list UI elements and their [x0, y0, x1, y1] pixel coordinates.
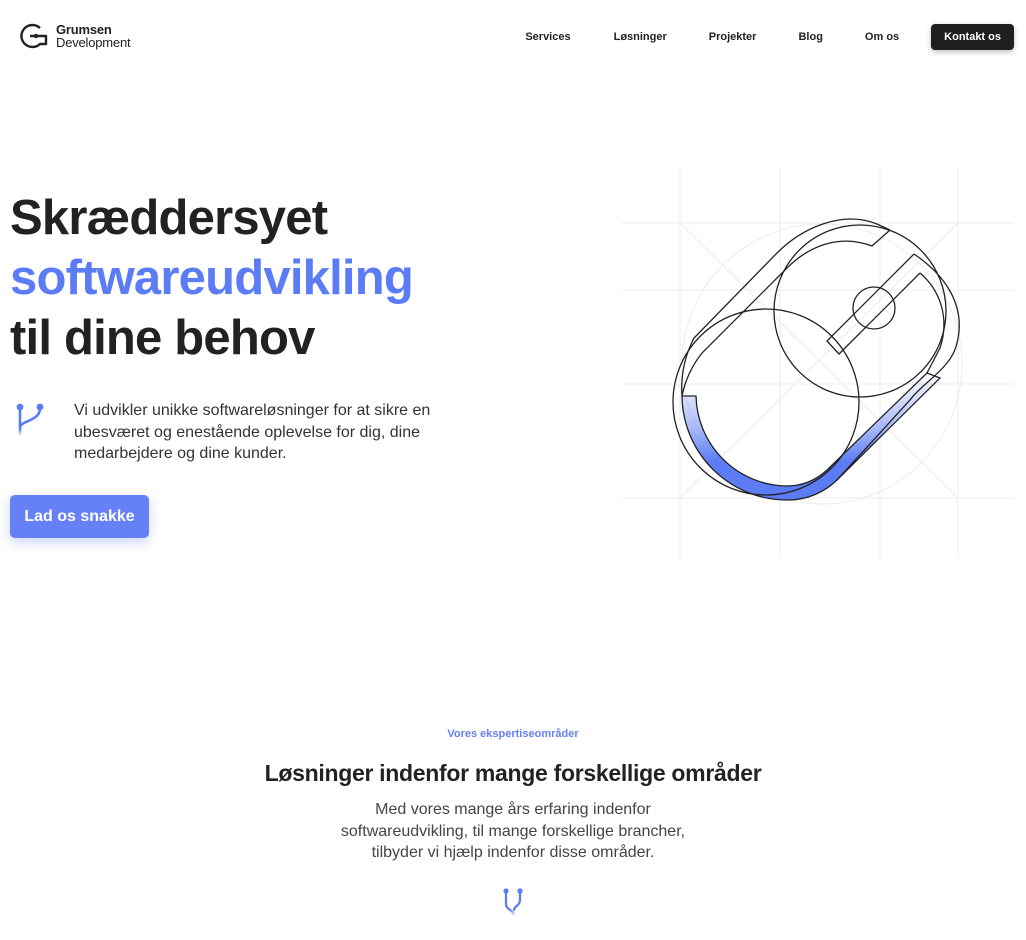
nav-blog[interactable]: Blog — [798, 31, 822, 43]
logo-text: Grumsen Development — [56, 23, 131, 50]
nav-services[interactable]: Services — [525, 31, 570, 43]
section-description: Med vores mange års erfaring indenfor so… — [340, 801, 686, 861]
logo[interactable]: Grumsen Development — [10, 23, 131, 50]
logo-construction-illustration — [622, 168, 1014, 558]
hero-title: Skræddersyet softwareudvikling til dine … — [10, 188, 414, 368]
logo-icon — [20, 23, 48, 49]
section-eyebrow: Vores ekspertiseområder — [447, 728, 579, 740]
hero-title-line2: softwareudvikling — [10, 251, 414, 305]
main-nav: Services Løsninger Projekter Blog Om os … — [525, 24, 1014, 50]
branch-icon — [16, 403, 44, 438]
branch-icon — [503, 888, 523, 918]
site-header: Grumsen Development Services Løsninger P… — [0, 0, 1026, 75]
hero-description-block: Vi udvikler unikke softwareløsninger for… — [14, 400, 474, 465]
hero-title-line1: Skræddersyet — [10, 191, 328, 245]
section-title: Løsninger indenfor mange forskellige omr… — [264, 760, 762, 786]
nav-projekter[interactable]: Projekter — [709, 31, 757, 43]
nav-losninger[interactable]: Løsninger — [614, 31, 667, 43]
logo-subtitle: Development — [56, 35, 131, 50]
nav-om-os[interactable]: Om os — [865, 31, 899, 43]
contact-button[interactable]: Kontakt os — [931, 24, 1014, 50]
hero-title-line3: til dine behov — [10, 311, 315, 365]
hero-description: Vi udvikler unikke softwareløsninger for… — [74, 402, 431, 462]
lets-talk-button[interactable]: Lad os snakke — [10, 495, 149, 538]
